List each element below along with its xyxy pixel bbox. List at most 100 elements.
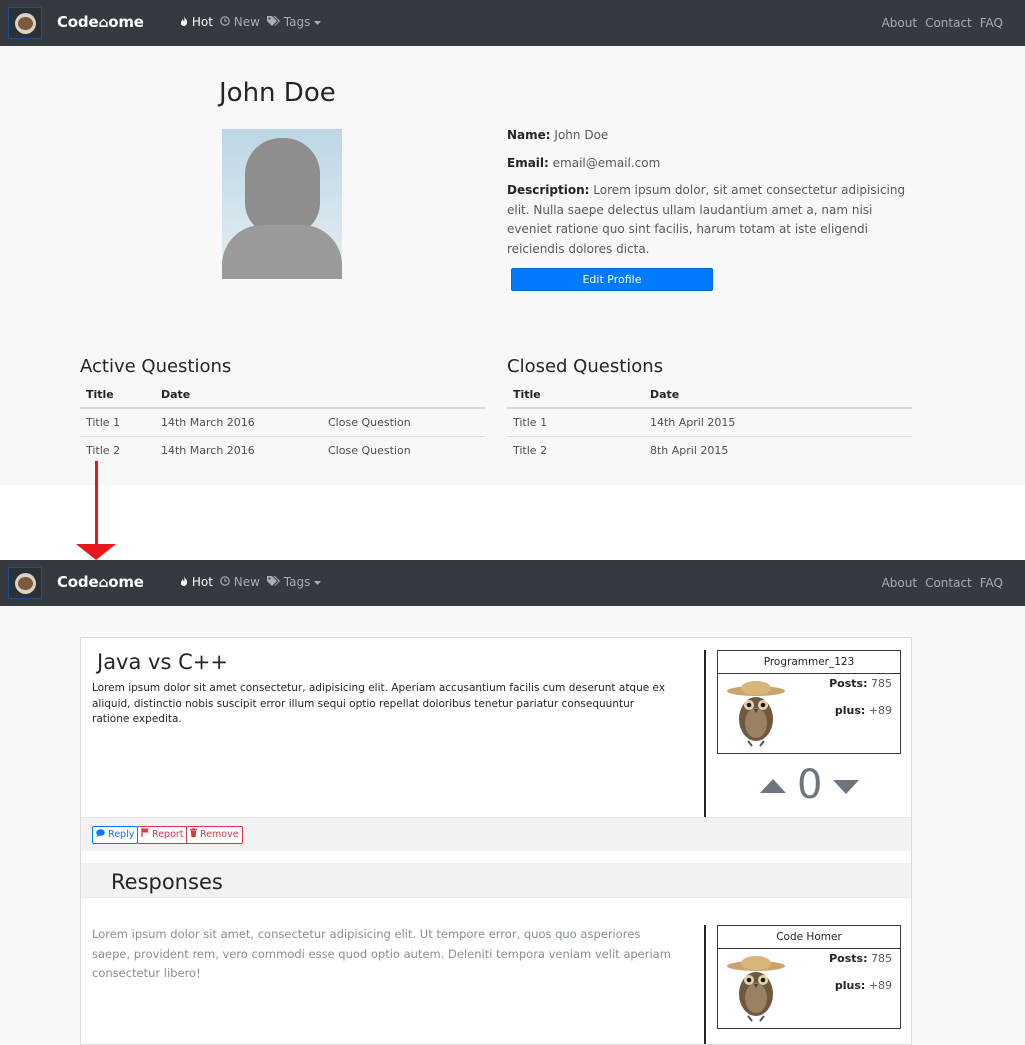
nav-new-link[interactable]: New	[220, 575, 260, 589]
house-icon: ⌂	[98, 575, 109, 591]
nav-contact-link[interactable]: Contact	[925, 16, 972, 30]
owl-avatar-icon	[727, 681, 785, 747]
author-plus: plus: +89	[834, 979, 892, 992]
vote-count: 0	[797, 762, 823, 808]
caret-down-icon	[314, 21, 322, 25]
nav-about-link[interactable]: About	[882, 576, 917, 590]
remove-button[interactable]: Remove	[186, 826, 243, 844]
downvote-icon[interactable]	[833, 780, 859, 794]
profile-title: John Doe	[219, 78, 336, 108]
author-posts: Posts: 785	[829, 677, 892, 690]
closed-questions-table: Title Date Title 1 14th April 2015 Title…	[507, 382, 912, 464]
profile-info: Name: John Doe Email: email@email.com De…	[507, 126, 917, 267]
column-header: Title	[507, 382, 644, 409]
question-title-cell[interactable]: Title 2	[80, 436, 155, 464]
navbar-bottom: Code⌂ome Hot New Tags About Contact FAQ	[0, 560, 1025, 606]
nav-new-link[interactable]: New	[220, 15, 260, 29]
date-cell: 8th April 2015	[650, 443, 729, 457]
report-button[interactable]: Report	[137, 826, 188, 844]
active-questions-table: Title Date Title 1 14th March 2016 Close…	[80, 382, 485, 464]
email-value: email@email.com	[552, 155, 661, 170]
owl-logo-icon[interactable]	[8, 567, 42, 599]
comment-icon	[96, 829, 105, 837]
responses-header: Responses	[81, 863, 911, 898]
action-bar: Reply Report Remove	[81, 817, 911, 851]
nav-contact-link[interactable]: Contact	[925, 576, 972, 590]
avatar-placeholder	[222, 129, 342, 279]
nav-tags-dropdown[interactable]: Tags	[266, 575, 322, 589]
divider	[704, 925, 706, 1044]
arrow-head-icon	[76, 544, 116, 560]
nav-faq-link[interactable]: FAQ	[980, 16, 1003, 30]
question-card: Java vs C++ Lorem ipsum dolor sit amet c…	[80, 637, 912, 1045]
nav-hot-label: Hot	[191, 15, 213, 29]
profile-page: John Doe Name: John Doe Email: email@ema…	[0, 46, 1025, 485]
question-title: Java vs C++	[97, 650, 228, 674]
divider	[704, 650, 706, 817]
author-card: Programmer_123 Posts: 785 plus: +89	[717, 650, 901, 754]
response-body: Lorem ipsum dolor sit amet, consectetur …	[92, 927, 671, 980]
nav-about-link[interactable]: About	[882, 16, 917, 30]
trash-icon	[190, 828, 197, 837]
table-row: Title 1 14th April 2015	[507, 408, 912, 437]
tags-icon	[266, 576, 280, 586]
navbar-top: Code⌂ome Hot New Tags About Contact FAQ	[0, 0, 1025, 46]
nav-tags-label: Tags	[283, 15, 311, 29]
question-body: Lorem ipsum dolor sit amet consectetur, …	[92, 682, 666, 725]
brand-link[interactable]: Code⌂ome	[57, 573, 144, 591]
nav-hot-link[interactable]: Hot	[180, 575, 213, 589]
author-posts: Posts: 785	[829, 952, 892, 965]
date-cell: 14th March 2016	[155, 408, 322, 437]
column-header	[322, 382, 485, 409]
close-question-link[interactable]: Close Question	[322, 408, 485, 437]
nav-new-label: New	[233, 575, 260, 589]
brand-link[interactable]: Code⌂ome	[57, 13, 144, 31]
table-row: Title 1 14th March 2016 Close Question	[80, 408, 485, 437]
nav-faq-link[interactable]: FAQ	[980, 576, 1003, 590]
fire-icon	[180, 16, 188, 26]
owl-avatar-icon	[727, 956, 785, 1022]
brand-text-left: Code	[57, 13, 99, 31]
nav-tags-label: Tags	[283, 575, 311, 589]
response-author-card: Code Homer Posts: 785 plus: +89	[717, 925, 901, 1029]
column-header: Date	[155, 382, 322, 409]
flag-icon	[141, 828, 149, 837]
question-title-cell[interactable]: Title 2	[507, 436, 644, 464]
clock-icon	[220, 576, 230, 586]
reply-button[interactable]: Reply	[92, 826, 139, 844]
author-plus: plus: +89	[834, 704, 892, 717]
closed-questions-title: Closed Questions	[507, 356, 664, 377]
nav-tags-dropdown[interactable]: Tags	[266, 15, 322, 29]
table-row: Title 2 8th April 2015	[507, 436, 912, 464]
column-header: Date	[644, 382, 912, 409]
upvote-icon[interactable]	[760, 779, 786, 793]
nav-hot-link[interactable]: Hot	[180, 15, 213, 29]
brand-text-left: Code	[57, 573, 99, 591]
author-username[interactable]: Code Homer	[718, 926, 900, 949]
table-row: Title 2 14th March 2016 Close Question	[80, 436, 485, 464]
column-header: Title	[80, 382, 155, 409]
question-title-cell[interactable]: Title 1	[80, 408, 155, 437]
date-cell: 14th April 2015	[644, 408, 912, 437]
caret-down-icon	[314, 581, 322, 585]
house-icon: ⌂	[98, 15, 109, 31]
description-label: Description:	[507, 183, 590, 197]
brand-text-right: ome	[108, 13, 144, 31]
clock-icon	[220, 16, 230, 26]
email-label: Email:	[507, 155, 549, 170]
responses-title: Responses	[111, 870, 223, 894]
name-label: Name:	[507, 128, 551, 142]
nav-new-label: New	[233, 15, 260, 29]
close-question-link[interactable]: Close Question	[322, 436, 485, 464]
author-username[interactable]: Programmer_123	[718, 651, 900, 674]
fire-icon	[180, 576, 188, 586]
active-questions-title: Active Questions	[80, 356, 232, 377]
tags-icon	[266, 16, 280, 26]
question-title-cell[interactable]: Title 1	[507, 408, 644, 437]
nav-hot-label: Hot	[191, 575, 213, 589]
brand-text-right: ome	[108, 573, 144, 591]
owl-logo-icon[interactable]	[8, 7, 42, 39]
edit-profile-button[interactable]: Edit Profile	[511, 268, 713, 291]
date-cell: 14th March 2016	[161, 443, 255, 457]
name-value: John Doe	[554, 128, 609, 142]
